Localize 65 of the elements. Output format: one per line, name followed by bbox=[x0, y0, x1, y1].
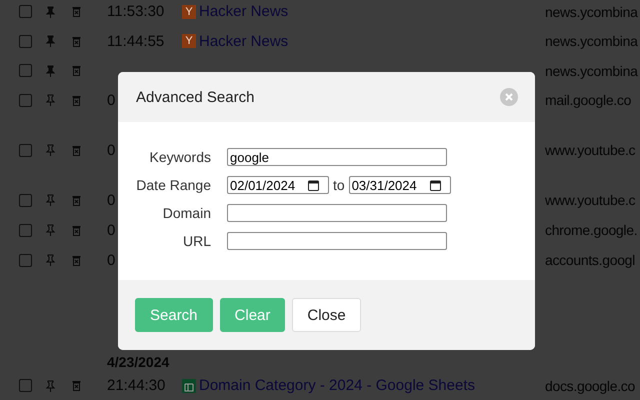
domain-text: docs.google.co bbox=[545, 378, 635, 394]
pin-outline-icon[interactable] bbox=[46, 380, 54, 392]
spreadsheet-icon bbox=[182, 378, 196, 392]
field-label: Keywords bbox=[148, 148, 211, 166]
trash-icon[interactable] bbox=[72, 65, 80, 76]
date-field[interactable]: 02/01/2024 bbox=[227, 176, 329, 194]
checkbox[interactable] bbox=[19, 224, 32, 236]
action-button[interactable]: Clear bbox=[220, 298, 286, 332]
trash-icon[interactable] bbox=[72, 254, 80, 266]
visit-time: 11:44:55 bbox=[107, 32, 164, 50]
input-field[interactable] bbox=[227, 204, 447, 222]
domain-text: accounts.googl bbox=[545, 252, 635, 268]
close-icon[interactable] bbox=[500, 88, 518, 106]
site-logo: Y bbox=[182, 4, 196, 19]
trash-icon[interactable] bbox=[72, 94, 80, 106]
pin-outline-icon[interactable] bbox=[46, 194, 54, 206]
checkbox[interactable] bbox=[19, 194, 32, 206]
input-field[interactable]: google bbox=[227, 148, 447, 166]
visit-time: 0 bbox=[107, 142, 116, 158]
date-heading: 4/23/2024 bbox=[107, 354, 170, 370]
checkbox[interactable] bbox=[19, 64, 32, 78]
domain-text: www.youtube.c bbox=[545, 142, 636, 158]
action-button[interactable]: Search bbox=[135, 298, 213, 332]
visit-time: 21:44:30 bbox=[107, 377, 166, 394]
pin-outline-icon[interactable] bbox=[46, 224, 54, 236]
domain-text: mail.google.co bbox=[545, 92, 632, 108]
field-label: Date Range bbox=[135, 176, 211, 194]
date-field[interactable]: 03/31/2024 bbox=[348, 176, 451, 194]
pin-icon[interactable] bbox=[46, 6, 54, 18]
pin-outline-icon[interactable] bbox=[46, 254, 54, 266]
domain-text: news.ycombina bbox=[545, 62, 638, 79]
site-logo: Y bbox=[182, 34, 196, 48]
visit-time: 11:53:30 bbox=[107, 3, 164, 20]
dialog-title: Advanced Search bbox=[136, 88, 254, 106]
trash-icon[interactable] bbox=[72, 6, 80, 18]
close-button[interactable]: Close bbox=[292, 298, 361, 332]
domain-text: news.ycombina bbox=[545, 4, 638, 20]
trash-icon[interactable] bbox=[72, 224, 80, 236]
domain-text: news.ycombina bbox=[545, 33, 638, 50]
trash-icon[interactable] bbox=[72, 194, 80, 206]
checkbox[interactable] bbox=[19, 379, 32, 392]
pin-outline-icon[interactable] bbox=[46, 94, 54, 106]
domain-text: chrome.google. bbox=[545, 222, 638, 238]
domain-text: www.youtube.c bbox=[545, 192, 636, 208]
trash-icon[interactable] bbox=[72, 36, 80, 47]
field-label: Domain bbox=[162, 204, 211, 222]
trash-icon[interactable] bbox=[72, 380, 80, 391]
visit-time: 0 bbox=[107, 192, 116, 208]
visit-time: 0 bbox=[107, 92, 116, 109]
calendar-icon[interactable] bbox=[430, 180, 441, 190]
range-separator: to bbox=[333, 177, 345, 193]
calendar-icon[interactable] bbox=[308, 180, 319, 190]
field-label: URL bbox=[182, 232, 211, 250]
checkbox[interactable] bbox=[19, 34, 32, 48]
checkbox[interactable] bbox=[19, 144, 32, 156]
checkbox[interactable] bbox=[19, 5, 32, 18]
checkbox[interactable] bbox=[19, 254, 32, 266]
input-field[interactable] bbox=[227, 232, 447, 250]
trash-icon[interactable] bbox=[72, 144, 80, 156]
checkbox[interactable] bbox=[19, 94, 32, 107]
visit-time: 0 bbox=[107, 222, 116, 238]
pin-icon[interactable] bbox=[46, 35, 54, 48]
pin-outline-icon[interactable] bbox=[46, 144, 54, 156]
pin-icon[interactable] bbox=[46, 64, 54, 77]
visit-time: 0 bbox=[107, 252, 116, 268]
